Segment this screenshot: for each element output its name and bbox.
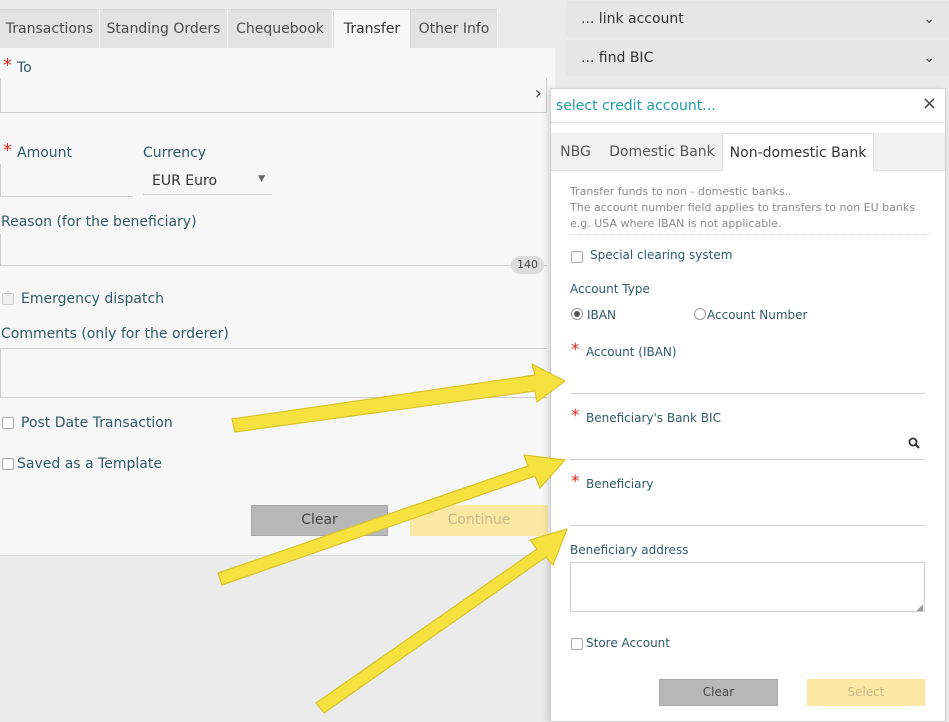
currency-select[interactable]: EUR Euro ▼ bbox=[143, 167, 272, 195]
main-tabs: Transactions Standing Orders Chequebook … bbox=[0, 9, 555, 48]
comments-label: Comments (only for the orderer) bbox=[1, 326, 229, 342]
post-date-label: Post Date Transaction bbox=[21, 415, 173, 431]
tab-chequebook[interactable]: Chequebook bbox=[228, 9, 333, 48]
modal-clear-button[interactable]: Clear bbox=[659, 679, 778, 706]
account-number-radio[interactable] bbox=[694, 308, 706, 320]
beneficiary-label: Beneficiary bbox=[586, 477, 654, 491]
transfer-form: * To › * Amount Currency EUR Euro ▼ Reas… bbox=[0, 48, 555, 556]
link-account-label: ... link account bbox=[581, 11, 684, 27]
modal-tabs: NBG Domestic Bank Non-domestic Bank bbox=[551, 133, 945, 171]
select-credit-account-modal: select credit account... × NBG Domestic … bbox=[550, 88, 946, 722]
tab-nbg[interactable]: NBG bbox=[551, 133, 600, 171]
chevron-right-icon: › bbox=[534, 83, 542, 104]
special-clearing-checkbox[interactable] bbox=[571, 251, 583, 263]
modal-title: select credit account... bbox=[556, 98, 716, 114]
tab-non-domestic-bank[interactable]: Non-domestic Bank bbox=[722, 133, 874, 171]
tab-domestic-bank[interactable]: Domestic Bank bbox=[602, 133, 722, 171]
clear-button[interactable]: Clear bbox=[251, 505, 388, 536]
to-label: To bbox=[17, 60, 32, 76]
dropdown-arrow-icon: ▼ bbox=[258, 174, 265, 184]
tab-transactions[interactable]: Transactions bbox=[0, 9, 100, 48]
currency-label: Currency bbox=[143, 145, 207, 161]
modal-body: Transfer funds to non - domestic banks..… bbox=[551, 172, 945, 721]
continue-button[interactable]: Continue bbox=[410, 505, 548, 536]
required-marker: * bbox=[571, 340, 580, 360]
beneficiary-input[interactable] bbox=[570, 491, 925, 526]
tab-other-info[interactable]: Other Info bbox=[411, 9, 498, 48]
amount-label: Amount bbox=[17, 145, 73, 161]
required-marker: * bbox=[3, 55, 12, 76]
chevron-down-icon: ⌄ bbox=[923, 50, 935, 66]
find-bic-label: ... find BIC bbox=[581, 50, 654, 66]
close-icon[interactable]: × bbox=[922, 93, 937, 114]
reason-field[interactable] bbox=[0, 234, 547, 266]
amount-field[interactable] bbox=[0, 164, 133, 197]
resize-handle-icon[interactable]: ◢ bbox=[916, 603, 923, 613]
info-line: The account number field applies to tran… bbox=[570, 201, 915, 214]
required-marker: * bbox=[571, 472, 580, 492]
info-line: e.g. USA where IBAN is not applicable. bbox=[570, 217, 782, 230]
bank-bic-label: Beneficiary's Bank BIC bbox=[586, 411, 721, 425]
link-account-accordion[interactable]: ... link account ⌄ bbox=[566, 1, 949, 37]
store-account-checkbox[interactable] bbox=[571, 638, 583, 650]
reason-label: Reason (for the beneficiary) bbox=[1, 214, 197, 230]
post-date-checkbox[interactable] bbox=[2, 417, 14, 429]
annotation-arrow bbox=[315, 528, 568, 714]
search-icon[interactable] bbox=[908, 437, 920, 449]
chevron-down-icon: ⌄ bbox=[923, 11, 935, 27]
comments-field[interactable] bbox=[0, 348, 547, 398]
modal-select-button[interactable]: Select bbox=[807, 679, 925, 706]
required-marker: * bbox=[3, 140, 12, 161]
divider bbox=[551, 122, 945, 123]
tab-transfer[interactable]: Transfer bbox=[333, 9, 411, 48]
special-clearing-label: Special clearing system bbox=[590, 248, 733, 262]
emergency-checkbox[interactable] bbox=[2, 293, 14, 305]
find-bic-accordion[interactable]: ... find BIC ⌄ bbox=[566, 40, 949, 76]
account-iban-input[interactable] bbox=[570, 359, 925, 394]
emergency-label: Emergency dispatch bbox=[21, 291, 165, 307]
iban-radio[interactable] bbox=[571, 308, 583, 320]
to-field[interactable]: › bbox=[0, 78, 547, 113]
currency-value: EUR Euro bbox=[152, 173, 218, 189]
beneficiary-address-textarea[interactable]: ◢ bbox=[570, 562, 925, 613]
bank-bic-input[interactable] bbox=[570, 425, 925, 460]
character-counter-badge: 140 bbox=[511, 256, 544, 274]
account-type-label: Account Type bbox=[570, 282, 650, 296]
account-iban-label: Account (IBAN) bbox=[586, 345, 677, 359]
info-line: Transfer funds to non - domestic banks.. bbox=[570, 185, 792, 198]
required-marker: * bbox=[571, 406, 580, 426]
tab-standing-orders[interactable]: Standing Orders bbox=[100, 9, 228, 48]
beneficiary-address-label: Beneficiary address bbox=[570, 543, 689, 557]
info-text: Transfer funds to non - domestic banks..… bbox=[570, 184, 930, 235]
template-checkbox[interactable] bbox=[2, 458, 14, 470]
account-number-radio-label: Account Number bbox=[707, 308, 808, 322]
store-account-label: Store Account bbox=[586, 636, 670, 650]
template-label: Saved as a Template bbox=[17, 456, 162, 472]
iban-radio-label: IBAN bbox=[587, 308, 616, 322]
